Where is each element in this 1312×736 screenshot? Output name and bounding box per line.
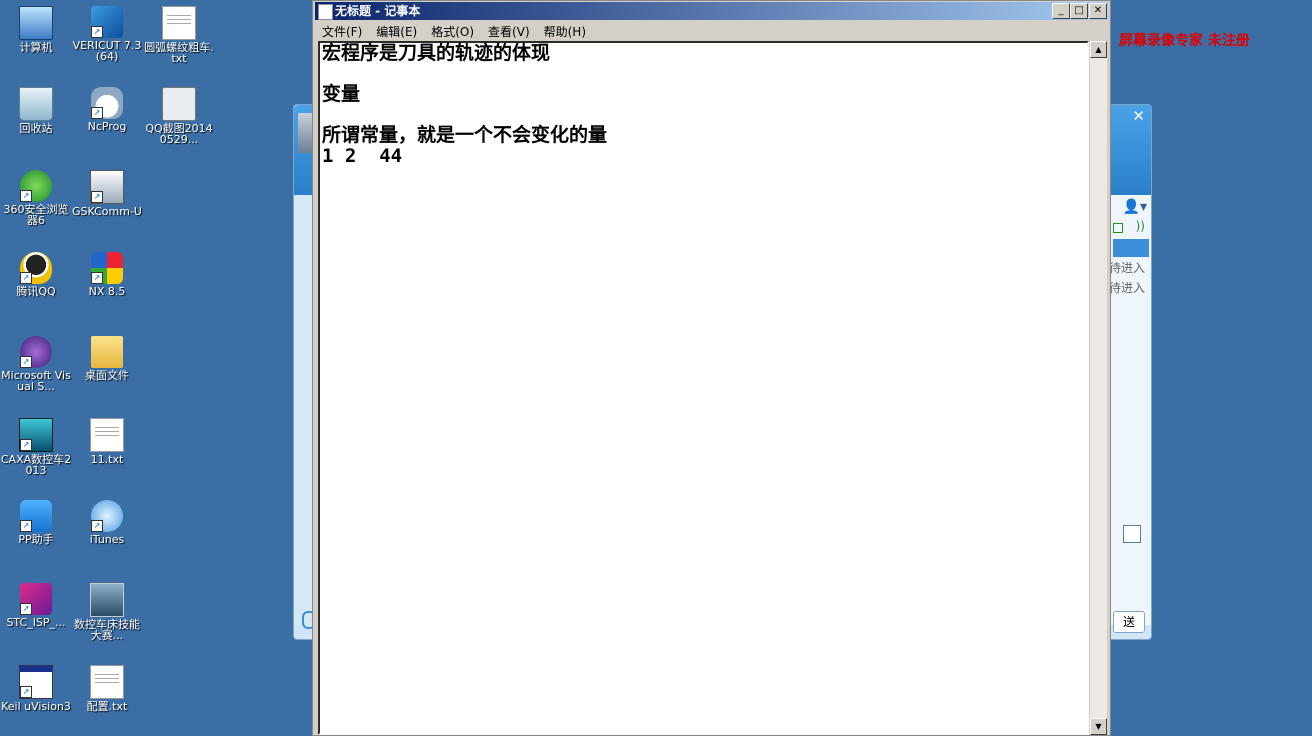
menu-help[interactable]: 帮助(H) (537, 23, 593, 41)
notepad-icon (318, 4, 333, 20)
notepad-window[interactable]: 无标题 - 记事本 _ □ ✕ 文件(F) 编辑(E) 格式(O) 查看(V) 帮助(H… (312, 0, 1111, 736)
desktop-icon-keil[interactable]: ↗ Keil uVision3 (0, 665, 72, 712)
desktop-icon-visual-studio[interactable]: ↗ Microsoft Visual S... (0, 336, 72, 392)
recycle-bin-icon (19, 87, 53, 121)
desktop-icon-11-txt[interactable]: 11.txt (71, 418, 143, 465)
desktop-icon-label: 圆弧螺纹粗车.txt (144, 41, 214, 65)
visual-studio-icon: ↗ (20, 336, 52, 368)
stc-isp-icon: ↗ (20, 583, 52, 615)
folder-icon (91, 336, 123, 368)
arrow-up-icon: ▲ (1095, 45, 1102, 54)
desktop-icon-desktop-files[interactable]: 桌面文件 (71, 336, 143, 381)
scroll-up-button[interactable]: ▲ (1090, 41, 1107, 58)
desktop-icon-label: GSKComm-U (72, 205, 142, 218)
recording-watermark: 屏幕录像专家 未注册 (1119, 33, 1250, 49)
maximize-icon: □ (1074, 5, 1084, 16)
qq-icon: ↗ (20, 252, 52, 284)
desktop-icon-label: iTunes (89, 533, 125, 546)
desktop-icon-computer[interactable]: 计算机 (0, 6, 72, 53)
menu-file[interactable]: 文件(F) (315, 23, 369, 41)
desktop-icon-qq[interactable]: ↗ 腾讯QQ (0, 252, 72, 297)
desktop-icon-label: 配置.txt (86, 700, 128, 713)
pp-assistant-icon: ↗ (20, 500, 52, 532)
arrow-down-icon: ▼ (1095, 722, 1102, 731)
document-icon (90, 583, 124, 617)
desktop-icon-label: CAXA数控车2013 (0, 453, 72, 477)
title-bar[interactable]: 无标题 - 记事本 _ □ ✕ (315, 2, 1108, 20)
gskcomm-icon: ↗ (90, 170, 124, 204)
desktop-icon-gskcomm[interactable]: ↗ GSKComm-U (71, 170, 143, 217)
send-button[interactable]: 送 (1113, 611, 1145, 633)
desktop-icon-recycle-bin[interactable]: 回收站 (0, 87, 72, 134)
desktop-icon-qq-screenshot[interactable]: QQ截图20140529... (143, 87, 215, 145)
desktop-icon-label: NcProg (87, 120, 127, 133)
text-editor[interactable]: 宏程序是刀具的轨迹的体现 变量 所谓常量，就是一个不会变化的量 1 2 44 (318, 41, 1089, 735)
desktop-icon-label: QQ截图20140529... (145, 122, 213, 146)
signal-icon: )) (1135, 219, 1145, 233)
browser-360-icon: ↗ (20, 170, 52, 202)
desktop-icon-label: Microsoft Visual S... (1, 369, 71, 393)
nx-icon: ↗ (91, 252, 123, 284)
menu-view[interactable]: 查看(V) (481, 23, 537, 41)
vericut-icon: ↗ (91, 6, 123, 38)
avatar (298, 113, 312, 153)
itunes-icon: ↗ (91, 500, 123, 532)
desktop-icon-ncprog[interactable]: ↗ NcProg (71, 87, 143, 132)
desktop-icon-label: NX 8.5 (88, 285, 126, 298)
close-button[interactable]: ✕ (1089, 3, 1107, 19)
vertical-scrollbar[interactable]: ▲ ▼ (1090, 41, 1107, 735)
desktop-icon-stc-isp[interactable]: ↗ STC_ISP_... (0, 583, 72, 628)
desktop-icon-label: 回收站 (19, 122, 53, 135)
desktop-icon-label: 计算机 (19, 41, 53, 54)
text-file-icon (162, 6, 196, 40)
desktop-icon-360-browser[interactable]: ↗ 360安全浏览器6 (0, 170, 72, 226)
menu-bar: 文件(F) 编辑(E) 格式(O) 查看(V) 帮助(H) (315, 21, 1108, 39)
desktop-icon-arc-thread-txt[interactable]: 圆弧螺纹粗车.txt (143, 6, 215, 64)
desktop-icon-nx[interactable]: ↗ NX 8.5 (71, 252, 143, 297)
ncprog-icon: ↗ (91, 87, 123, 119)
close-icon[interactable]: ✕ (1132, 107, 1145, 125)
desktop-icon-config-txt[interactable]: 配置.txt (71, 665, 143, 712)
add-contact-icon[interactable]: 👤▾ (1123, 199, 1147, 215)
desktop-icon-caxa[interactable]: ↗ CAXA数控车2013 (0, 418, 72, 476)
scroll-down-button[interactable]: ▼ (1090, 718, 1107, 735)
selected-list-item[interactable] (1113, 239, 1149, 257)
minimize-button[interactable]: _ (1052, 3, 1070, 19)
desktop-icon-pp-assistant[interactable]: ↗ PP助手 (0, 500, 72, 545)
desktop-icon-label: STC_ISP_... (6, 616, 66, 629)
editor-content[interactable]: 宏程序是刀具的轨迹的体现 变量 所谓常量，就是一个不会变化的量 1 2 44 (320, 43, 1087, 166)
list-item-status: 待进入 (1108, 261, 1145, 275)
desktop-icon-label: 360安全浏览器6 (3, 203, 69, 227)
desktop-icon-cnc-contest[interactable]: 数控车床技能大赛... (71, 583, 143, 641)
menu-format[interactable]: 格式(O) (424, 23, 481, 41)
desktop-icon-label: Keil uVision3 (1, 700, 71, 713)
image-file-icon (162, 87, 196, 121)
desktop-icon-label: PP助手 (18, 533, 54, 546)
maximize-button[interactable]: □ (1070, 3, 1088, 19)
desktop-icon-vericut[interactable]: ↗ VERICUT 7.3 (64) (71, 6, 143, 62)
computer-icon (19, 6, 53, 40)
keil-icon: ↗ (19, 665, 53, 699)
desktop-icon-label: 11.txt (90, 453, 124, 466)
close-icon: ✕ (1093, 5, 1103, 16)
text-file-icon (90, 665, 124, 699)
desktop-icon-label: 数控车床技能大赛... (74, 618, 140, 642)
desktop-icon-label: 桌面文件 (85, 369, 129, 382)
list-item-status: 待进入 (1108, 281, 1145, 295)
desktop-icon-label: VERICUT 7.3 (64) (72, 39, 142, 63)
text-file-icon (90, 418, 124, 452)
window-title: 无标题 - 记事本 (335, 4, 421, 18)
chat-record-icon[interactable] (1123, 525, 1141, 543)
status-icon (1113, 223, 1123, 233)
desktop-icon-itunes[interactable]: ↗ iTunes (71, 500, 143, 545)
menu-edit[interactable]: 编辑(E) (369, 23, 424, 41)
caxa-icon: ↗ (19, 418, 53, 452)
minimize-icon: _ (1058, 5, 1064, 16)
chat-window-header-right (1111, 105, 1151, 195)
desktop-icon-label: 腾讯QQ (16, 285, 56, 298)
